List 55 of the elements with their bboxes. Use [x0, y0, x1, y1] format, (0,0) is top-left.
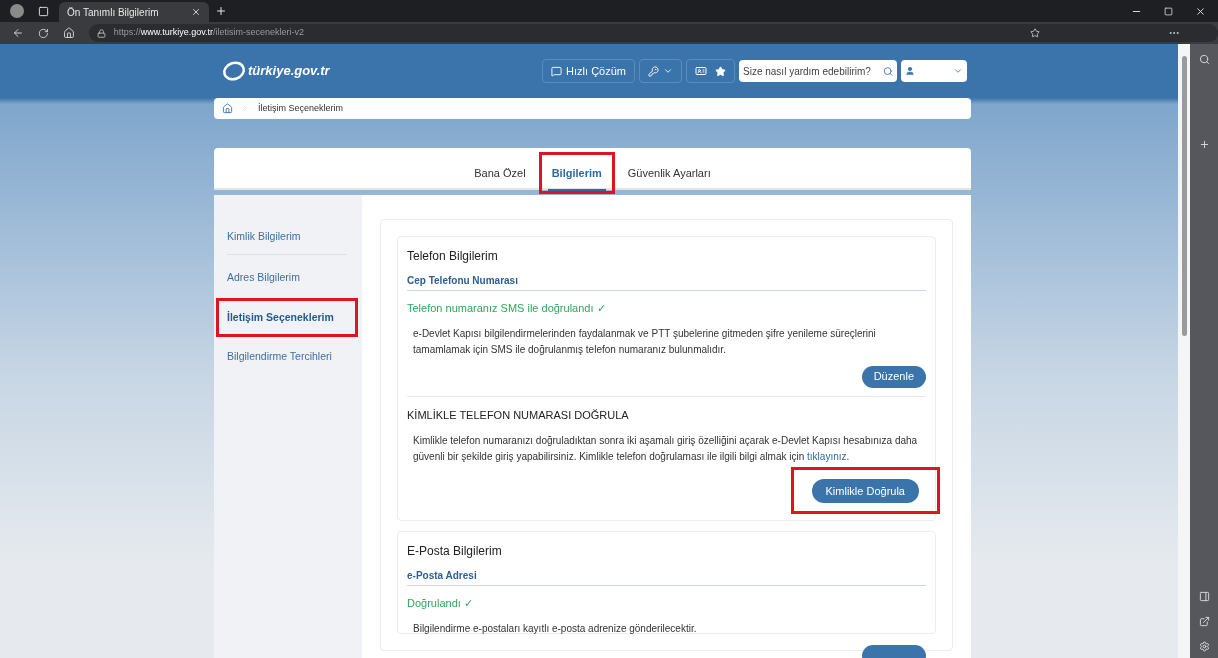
external-link-icon[interactable]: [1198, 616, 1210, 627]
key-menu-button[interactable]: [639, 59, 682, 83]
info-text: e-Devlet Kapısı bilgilendirmelerinden faydalanmak ve PTT şubelerine gitmeden şifre yenileme süreçlerini tamamlamak için SMS ile doğrulanmış telefon numaranız bulunmalıdır.: [413, 326, 877, 357]
add-icon[interactable]: [1198, 139, 1210, 150]
close-window-icon[interactable]: [1195, 5, 1206, 17]
info-link[interactable]: tıklayınız: [807, 451, 847, 462]
favorite-icon[interactable]: [1030, 28, 1040, 38]
reload-icon[interactable]: [37, 27, 49, 39]
verify-button[interactable]: Kimlikle Doğrula: [811, 479, 919, 504]
scrollbar[interactable]: [1178, 44, 1190, 658]
chat-icon: [551, 65, 563, 77]
tab-actions-icon[interactable]: [38, 5, 49, 17]
address-bar[interactable]: https://www.turkiye.gov.tr/iletisim-secenekleri-v2: [88, 24, 1218, 42]
back-icon[interactable]: [12, 27, 24, 39]
caret-icon: [953, 66, 963, 76]
tab[interactable]: Güvenlik Ayarları: [623, 164, 715, 191]
panel-icon[interactable]: [1198, 591, 1210, 602]
sidebar-item[interactable]: İletişim Seçeneklerim: [227, 300, 347, 335]
key-icon: [648, 65, 659, 77]
search-icon[interactable]: [1198, 54, 1210, 65]
browser-tab[interactable]: Ön Tanımlı Bilgilerim: [59, 2, 209, 22]
lock-icon: [96, 28, 106, 38]
section-title: E-Posta Bilgilerim: [407, 543, 503, 561]
info-text: Bilgilendirme e-postaları kayıtlı e-posta adrenize gönderilecektir.: [413, 621, 698, 636]
settings-icon[interactable]: [1198, 641, 1210, 652]
info-text: Kimlikle telefon numaranızı doğruladıktan sonra iki aşamalı giriş özelliğini açarak e-Devlet Kapısı hesabınıza daha güvenli bir şekilde giriş yapabilirsiniz. Kimlikle telefon doğrulaması ile ilgili bilgi almak için tıklayınız.: [413, 434, 919, 464]
profile-avatar[interactable]: [10, 4, 24, 18]
home-icon[interactable]: [222, 103, 233, 114]
verified-status: Doğrulandı ✓: [407, 596, 474, 612]
site-logo[interactable]: türkiye.gov.tr: [222, 60, 330, 82]
section-subtitle: e-Posta Adresi: [407, 568, 926, 587]
star-icon: [715, 65, 726, 77]
section-subtitle: Cep Telefonu Numarası: [407, 273, 926, 291]
search-field[interactable]: Size nasıl yardım edebilirim?: [739, 60, 897, 82]
new-tab-icon[interactable]: [215, 5, 227, 17]
id-card-icon: [695, 65, 707, 77]
card-favorite-button[interactable]: [686, 59, 735, 83]
close-icon[interactable]: [191, 7, 201, 17]
sidebar-item[interactable]: Adres Bilgilerim: [227, 260, 347, 295]
quick-solution-button[interactable]: Hızlı Çözüm: [542, 59, 635, 83]
search-icon[interactable]: [882, 65, 893, 77]
section-title: KİMLİKLE TELEFON NUMARASI DOĞRULA: [407, 407, 630, 423]
maximize-icon[interactable]: [1164, 6, 1173, 16]
tab[interactable]: Bilgilerim: [547, 164, 606, 191]
user-menu-button[interactable]: [901, 60, 967, 82]
user-icon: [905, 66, 915, 76]
section-title: Telefon Bilgilerim: [407, 248, 499, 265]
verified-status: Telefon numaranız SMS ile doğrulandı ✓: [407, 301, 607, 316]
sidebar-item[interactable]: Bilgilendirme Tercihleri: [227, 340, 347, 374]
breadcrumb-item[interactable]: İletişim Seçeneklerim: [258, 101, 344, 116]
action-button[interactable]: Düzenle: [861, 365, 926, 388]
caret-icon: [663, 66, 673, 76]
sidebar-item[interactable]: Kimlik Bilgilerim: [227, 220, 347, 255]
chevron-icon: [241, 104, 250, 113]
tab[interactable]: Bana Özel: [470, 164, 530, 191]
